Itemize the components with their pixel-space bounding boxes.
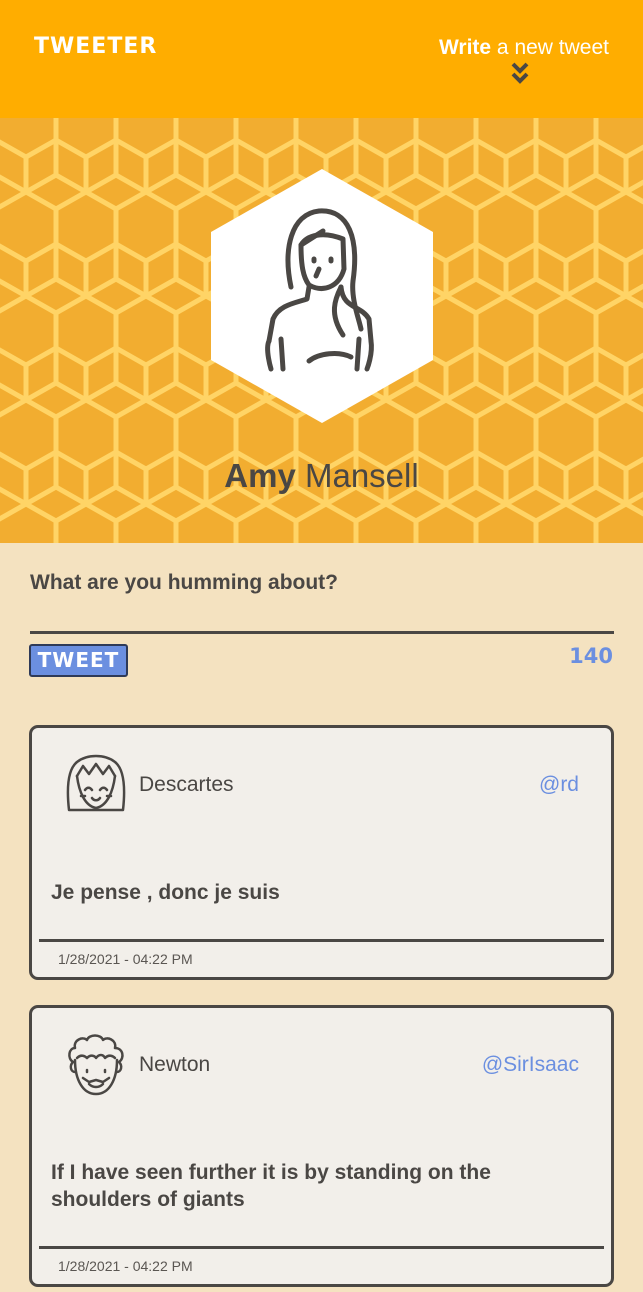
- tweet-timestamp: 1/28/2021 - 04:22 PM: [58, 951, 193, 967]
- tweet-footer: 1/28/2021 - 04:22 PM: [39, 1246, 604, 1274]
- tweet-button[interactable]: TWEET: [29, 644, 128, 677]
- write-bold-label: Write: [438, 36, 492, 59]
- tweet-footer: 1/28/2021 - 04:22 PM: [39, 939, 604, 967]
- profile-avatar: [211, 169, 433, 423]
- tweet-card: Newton @SirIsaac If I have seen further …: [29, 1005, 614, 1287]
- profile-last-name: Mansell: [304, 457, 419, 494]
- compose-label: What are you humming about?: [30, 571, 338, 594]
- write-rest-label: a new tweet: [491, 36, 609, 59]
- girl-face-icon: [66, 754, 126, 812]
- tweet-input[interactable]: [30, 600, 614, 634]
- write-new-tweet-button[interactable]: Write a new tweet: [439, 36, 609, 60]
- profile-first-name: Amy: [224, 457, 296, 494]
- top-nav: TWEETER Write a new tweet: [0, 0, 643, 118]
- tweet-content: Je pense , donc je suis: [51, 881, 280, 904]
- tweet-content: If I have seen further it is by standing…: [51, 1161, 491, 1211]
- character-counter: 140: [569, 644, 613, 668]
- profile-header: Amy Mansell: [0, 118, 643, 543]
- double-chevron-down-icon[interactable]: [508, 60, 532, 86]
- tweet-handle[interactable]: @SirIsaac: [482, 1053, 579, 1077]
- tweet-author[interactable]: Descartes: [139, 773, 234, 797]
- tweet-timestamp: 1/28/2021 - 04:22 PM: [58, 1258, 193, 1274]
- tweet-handle[interactable]: @rd: [539, 773, 579, 797]
- curly-hair-face-icon: [68, 1034, 124, 1096]
- profile-name: Amy Mansell: [0, 457, 643, 495]
- tweet-card: Descartes @rd Je pense , donc je suis 1/…: [29, 725, 614, 980]
- brand-logo[interactable]: TWEETER: [34, 34, 157, 59]
- tweet-author[interactable]: Newton: [139, 1053, 210, 1077]
